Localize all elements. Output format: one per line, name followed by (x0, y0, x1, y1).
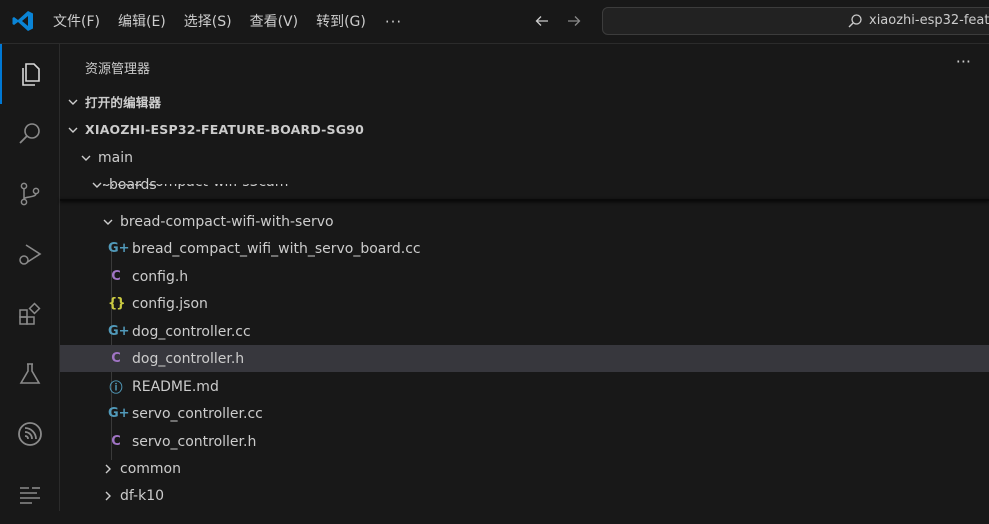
file-row[interactable]: {} config.json (60, 290, 989, 317)
extensions-icon (19, 302, 41, 325)
search-icon (848, 14, 862, 28)
search-activity[interactable] (0, 104, 60, 164)
espressif-icon (18, 422, 42, 446)
file-label: config.h (132, 268, 189, 285)
folder-main[interactable]: main (60, 144, 989, 171)
title-bar: 文件(F) 编辑(E) 选择(S) 查看(V) 转到(G) ··· xiaozh… (0, 0, 989, 44)
activity-bar (0, 44, 60, 511)
chevron-right-icon (100, 488, 116, 504)
command-center-search[interactable]: xiaozhi-esp32-feat (602, 7, 989, 35)
file-label: servo_controller.h (132, 433, 257, 450)
menu-edit[interactable]: 编辑(E) (109, 0, 175, 44)
chevron-down-icon (65, 94, 81, 110)
esp-idf-activity[interactable] (0, 404, 60, 464)
chevron-right-icon (100, 461, 116, 477)
info-icon: ⓘ (109, 381, 123, 396)
folder-label: df-k10 (120, 487, 165, 504)
c-header-icon: C (111, 434, 121, 449)
testing-activity[interactable] (0, 344, 60, 404)
file-label: config.json (132, 295, 208, 312)
file-label: bread_compact_wifi_with_servo_board.cc (132, 240, 421, 257)
chevron-down-icon (65, 122, 81, 138)
file-row[interactable]: G+ servo_controller.cc (60, 400, 989, 427)
file-label: dog_controller.h (132, 350, 245, 367)
menu-view[interactable]: 查看(V) (241, 0, 308, 44)
chevron-down-icon (100, 214, 116, 230)
file-label: servo_controller.cc (132, 405, 263, 422)
outline-activity[interactable] (0, 464, 60, 524)
folder-label: bread-compact-wifi-with-servo (120, 213, 334, 230)
open-editors-label: 打开的编辑器 (85, 95, 162, 110)
folder-label: common (120, 460, 181, 477)
menu-selection[interactable]: 选择(S) (175, 0, 241, 44)
sticky-scroll-divider (60, 199, 989, 201)
menu-bar: 文件(F) 编辑(E) 选择(S) 查看(V) 转到(G) ··· (44, 0, 412, 44)
explorer-activity[interactable] (0, 44, 60, 104)
json-icon: {} (108, 296, 126, 311)
search-icon (19, 123, 40, 144)
search-text: xiaozhi-esp32-feat (869, 13, 989, 28)
menu-more-button[interactable]: ··· (375, 13, 412, 31)
list-icon (20, 487, 40, 504)
folder-common[interactable]: common (60, 455, 989, 482)
chevron-down-icon (78, 150, 94, 166)
folder-label: main (98, 149, 133, 166)
vscode-logo-icon[interactable] (11, 9, 35, 33)
source-control-icon (20, 182, 40, 206)
folder-label: bread-compact-wifi-s3cam (102, 184, 288, 190)
file-label: README.md (132, 378, 219, 395)
run-debug-icon (19, 244, 42, 265)
file-label: dog_controller.cc (132, 323, 251, 340)
folder-df-k10[interactable]: df-k10 (60, 482, 989, 509)
project-section[interactable]: XIAOZHI-ESP32-FEATURE-BOARD-SG90 (60, 116, 989, 143)
project-label: XIAOZHI-ESP32-FEATURE-BOARD-SG90 (85, 122, 365, 137)
file-row[interactable]: C config.h (60, 263, 989, 290)
forward-arrow-icon[interactable] (564, 10, 584, 32)
navigation-controls (532, 10, 584, 32)
cpp-icon: G+ (108, 406, 130, 421)
c-header-icon: C (111, 269, 121, 284)
menu-goto[interactable]: 转到(G) (307, 0, 375, 44)
source-control-activity[interactable] (0, 164, 60, 224)
folder-bread-compact-wifi-with-servo[interactable]: bread-compact-wifi-with-servo (60, 208, 989, 235)
file-row[interactable]: G+ dog_controller.cc (60, 318, 989, 345)
file-row[interactable]: ⓘ README.md (60, 373, 989, 400)
partial-folder-row[interactable]: bread-compact-wifi-s3cam (60, 184, 989, 200)
run-debug-activity[interactable] (0, 224, 60, 284)
flask-icon (19, 363, 41, 384)
explorer-title: 资源管理器 (85, 62, 151, 77)
c-header-icon: C (111, 351, 121, 366)
cpp-icon: G+ (108, 324, 130, 339)
open-editors-section[interactable]: 打开的编辑器 (60, 88, 989, 115)
menu-file[interactable]: 文件(F) (44, 0, 109, 44)
file-row[interactable]: G+ bread_compact_wifi_with_servo_board.c… (60, 235, 989, 262)
explorer-more-button[interactable]: ··· (956, 52, 971, 71)
file-row-selected[interactable]: C dog_controller.h (60, 345, 989, 372)
extensions-activity[interactable] (0, 284, 60, 344)
files-icon (22, 63, 40, 86)
explorer-sidebar: 资源管理器 ··· 打开的编辑器 XIAOZHI-ESP32-FEATURE-B… (60, 44, 989, 511)
cpp-icon: G+ (108, 241, 130, 256)
back-arrow-icon[interactable] (532, 10, 552, 32)
file-row[interactable]: C servo_controller.h (60, 428, 989, 455)
